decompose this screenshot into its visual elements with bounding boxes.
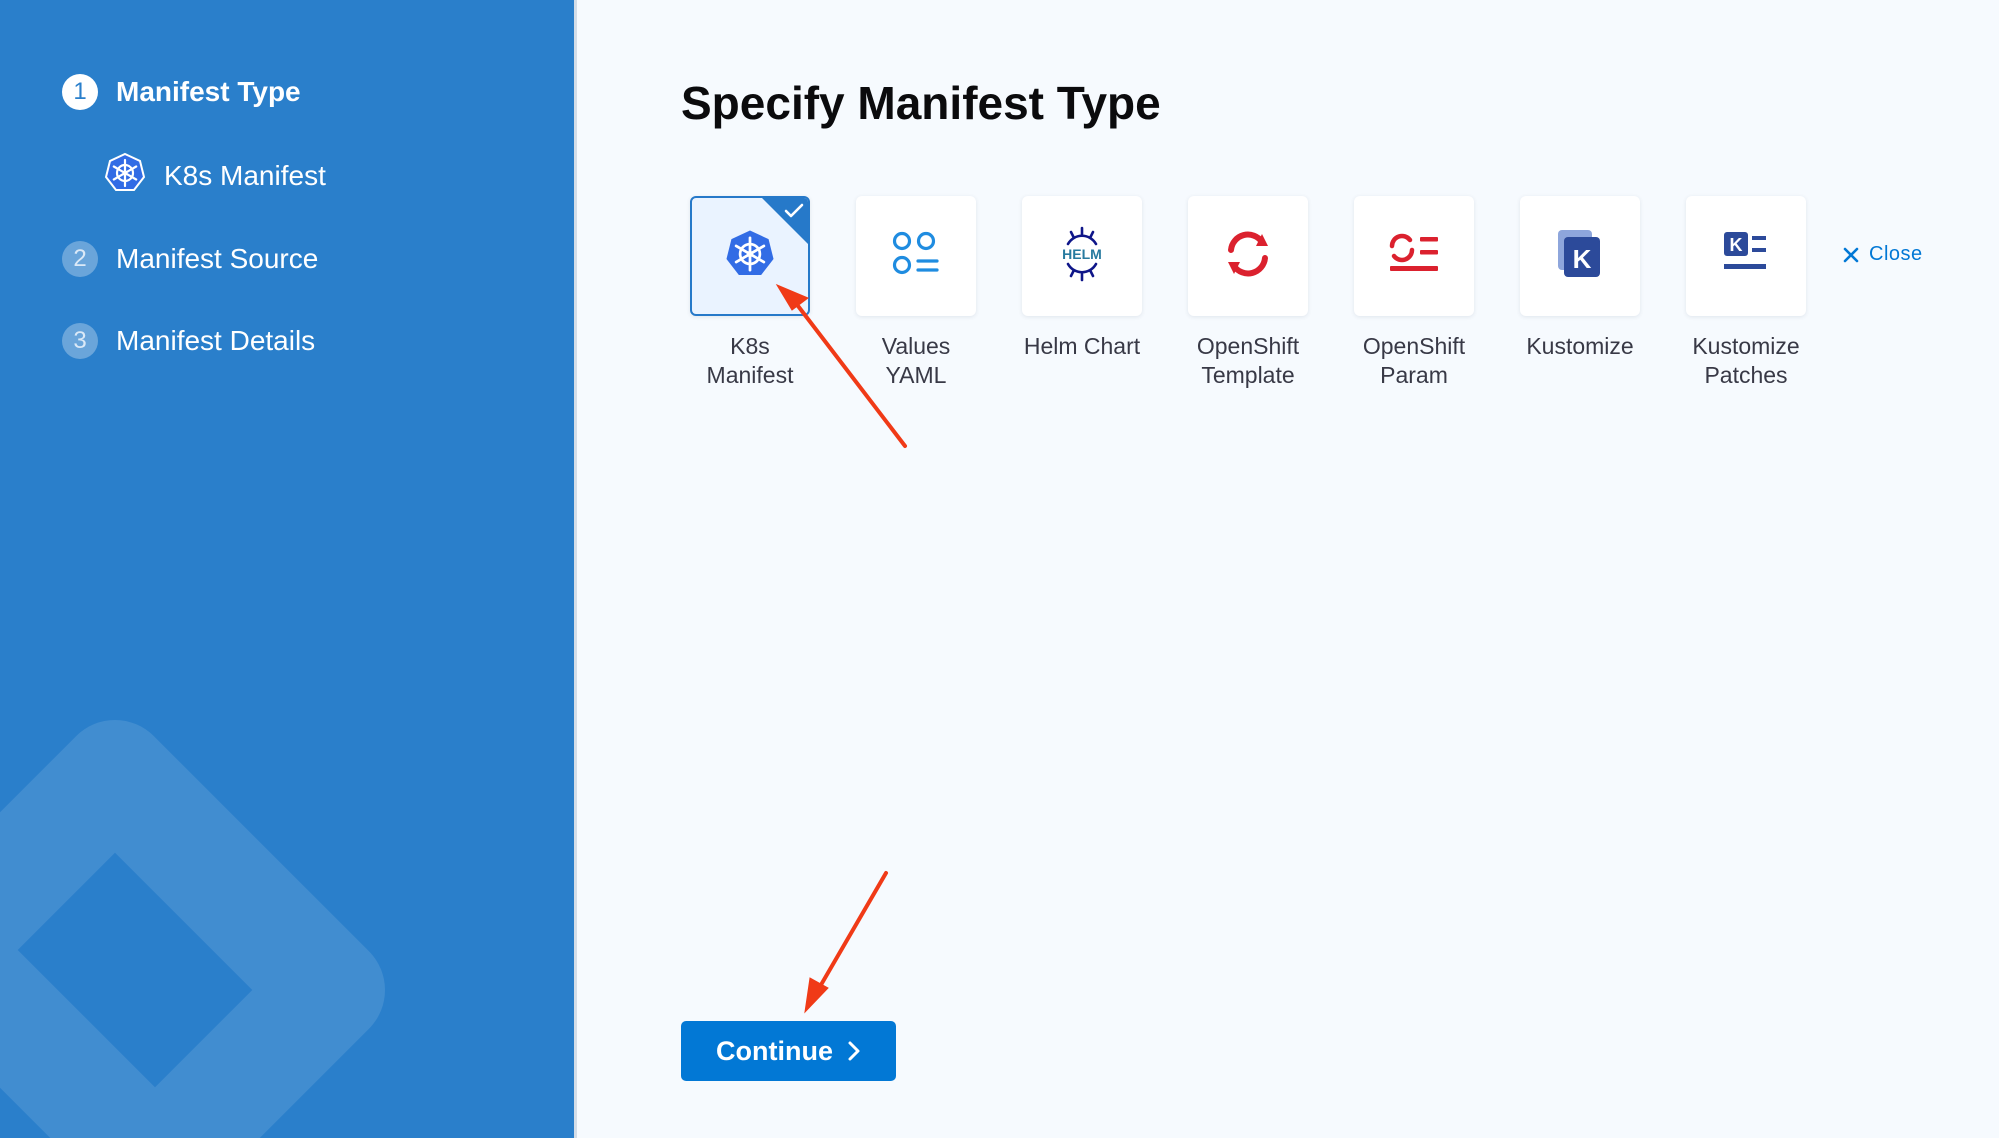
substep-label: K8s Manifest — [164, 159, 326, 191]
manifest-type-option: Values YAML — [855, 196, 977, 390]
manifest-type-option: K Kustomize — [1519, 196, 1641, 361]
svg-text:K: K — [1730, 235, 1743, 255]
manifest-type-card-helm[interactable]: HELM — [1022, 196, 1142, 316]
step-number: 2 — [62, 241, 98, 277]
step-manifest-source[interactable]: 2 Manifest Source — [62, 241, 318, 277]
manifest-type-label: K8s Manifest — [706, 333, 794, 388]
continue-label: Continue — [716, 1035, 833, 1066]
svg-text:HELM: HELM — [1062, 246, 1102, 262]
openshift-icon — [1222, 228, 1274, 285]
close-icon — [1843, 247, 1859, 262]
kustomize-patches-icon: K — [1720, 230, 1772, 283]
step-manifest-details[interactable]: 3 Manifest Details — [62, 323, 315, 359]
manifest-type-option: HELM Helm Chart — [1021, 196, 1143, 361]
manifest-type-label: Values YAML — [881, 333, 951, 388]
manifest-type-label: Helm Chart — [1023, 333, 1141, 359]
manifest-type-option: K8s Manifest — [689, 196, 811, 390]
step-number: 1 — [62, 74, 98, 110]
manifest-type-option: OpenShift Param — [1353, 196, 1475, 390]
manifest-type-card-kustomize-patches[interactable]: K — [1686, 196, 1806, 316]
close-label: Close — [1869, 243, 1923, 265]
manifest-type-option: OpenShift Template — [1187, 196, 1309, 390]
close-button[interactable]: Close — [1843, 243, 1923, 266]
continue-button[interactable]: Continue — [681, 1021, 896, 1081]
step-label: Manifest Source — [116, 243, 319, 274]
step-label: Manifest Type — [116, 76, 301, 107]
wizard-sidebar: 1 Manifest Type K8s Manifest 2 Manifest … — [0, 0, 574, 1138]
step-number: 3 — [62, 323, 98, 359]
manifest-type-card-k8s[interactable] — [690, 196, 810, 316]
manifest-type-card-values-yaml[interactable] — [856, 196, 976, 316]
manifest-type-card-kustomize[interactable]: K — [1520, 196, 1640, 316]
chevron-right-icon — [848, 1041, 860, 1061]
step-manifest-type[interactable]: 1 Manifest Type — [62, 74, 301, 110]
main-panel: Specify Manifest Type K8s Manifest Value… — [577, 0, 1999, 1138]
svg-text:K: K — [1573, 244, 1592, 274]
checkmark-icon — [784, 202, 804, 225]
openshift-param-icon — [1386, 228, 1442, 285]
manifest-type-card-openshift-param[interactable] — [1354, 196, 1474, 316]
kustomize-icon: K — [1554, 228, 1606, 285]
values-yaml-icon — [891, 229, 941, 284]
substep-k8s-manifest[interactable]: K8s Manifest — [104, 152, 326, 199]
manifest-type-label: Kustomize Patches — [1692, 333, 1800, 388]
manifest-type-label: OpenShift Param — [1362, 333, 1466, 388]
manifest-type-label: Kustomize — [1526, 333, 1634, 359]
page-title: Specify Manifest Type — [681, 77, 1161, 129]
manifest-type-card-openshift-template[interactable] — [1188, 196, 1308, 316]
manifest-type-label: OpenShift Template — [1196, 333, 1300, 388]
helm-icon: HELM — [1054, 226, 1110, 287]
step-label: Manifest Details — [116, 325, 316, 356]
manifest-type-option: K Kustomize Patches — [1685, 196, 1807, 390]
kubernetes-icon — [104, 152, 146, 199]
